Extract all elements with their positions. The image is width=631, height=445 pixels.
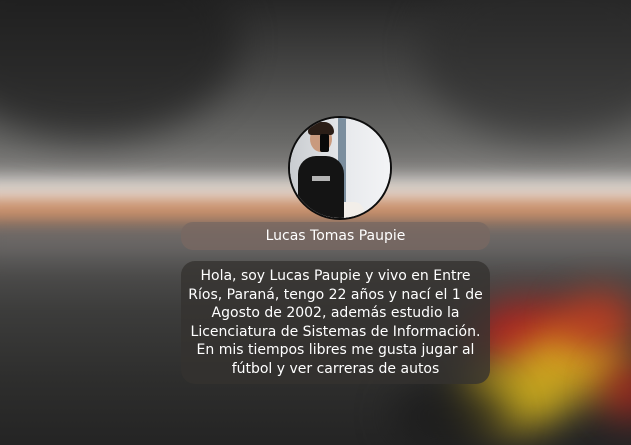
profile-name: Lucas Tomas Paupie — [265, 228, 406, 244]
avatar — [288, 116, 392, 220]
bio-card: Hola, soy Lucas Paupie y vivo en Entre R… — [181, 261, 490, 384]
profile-name-pill: Lucas Tomas Paupie — [181, 222, 490, 250]
bio-text: Hola, soy Lucas Paupie y vivo en Entre R… — [188, 268, 483, 377]
